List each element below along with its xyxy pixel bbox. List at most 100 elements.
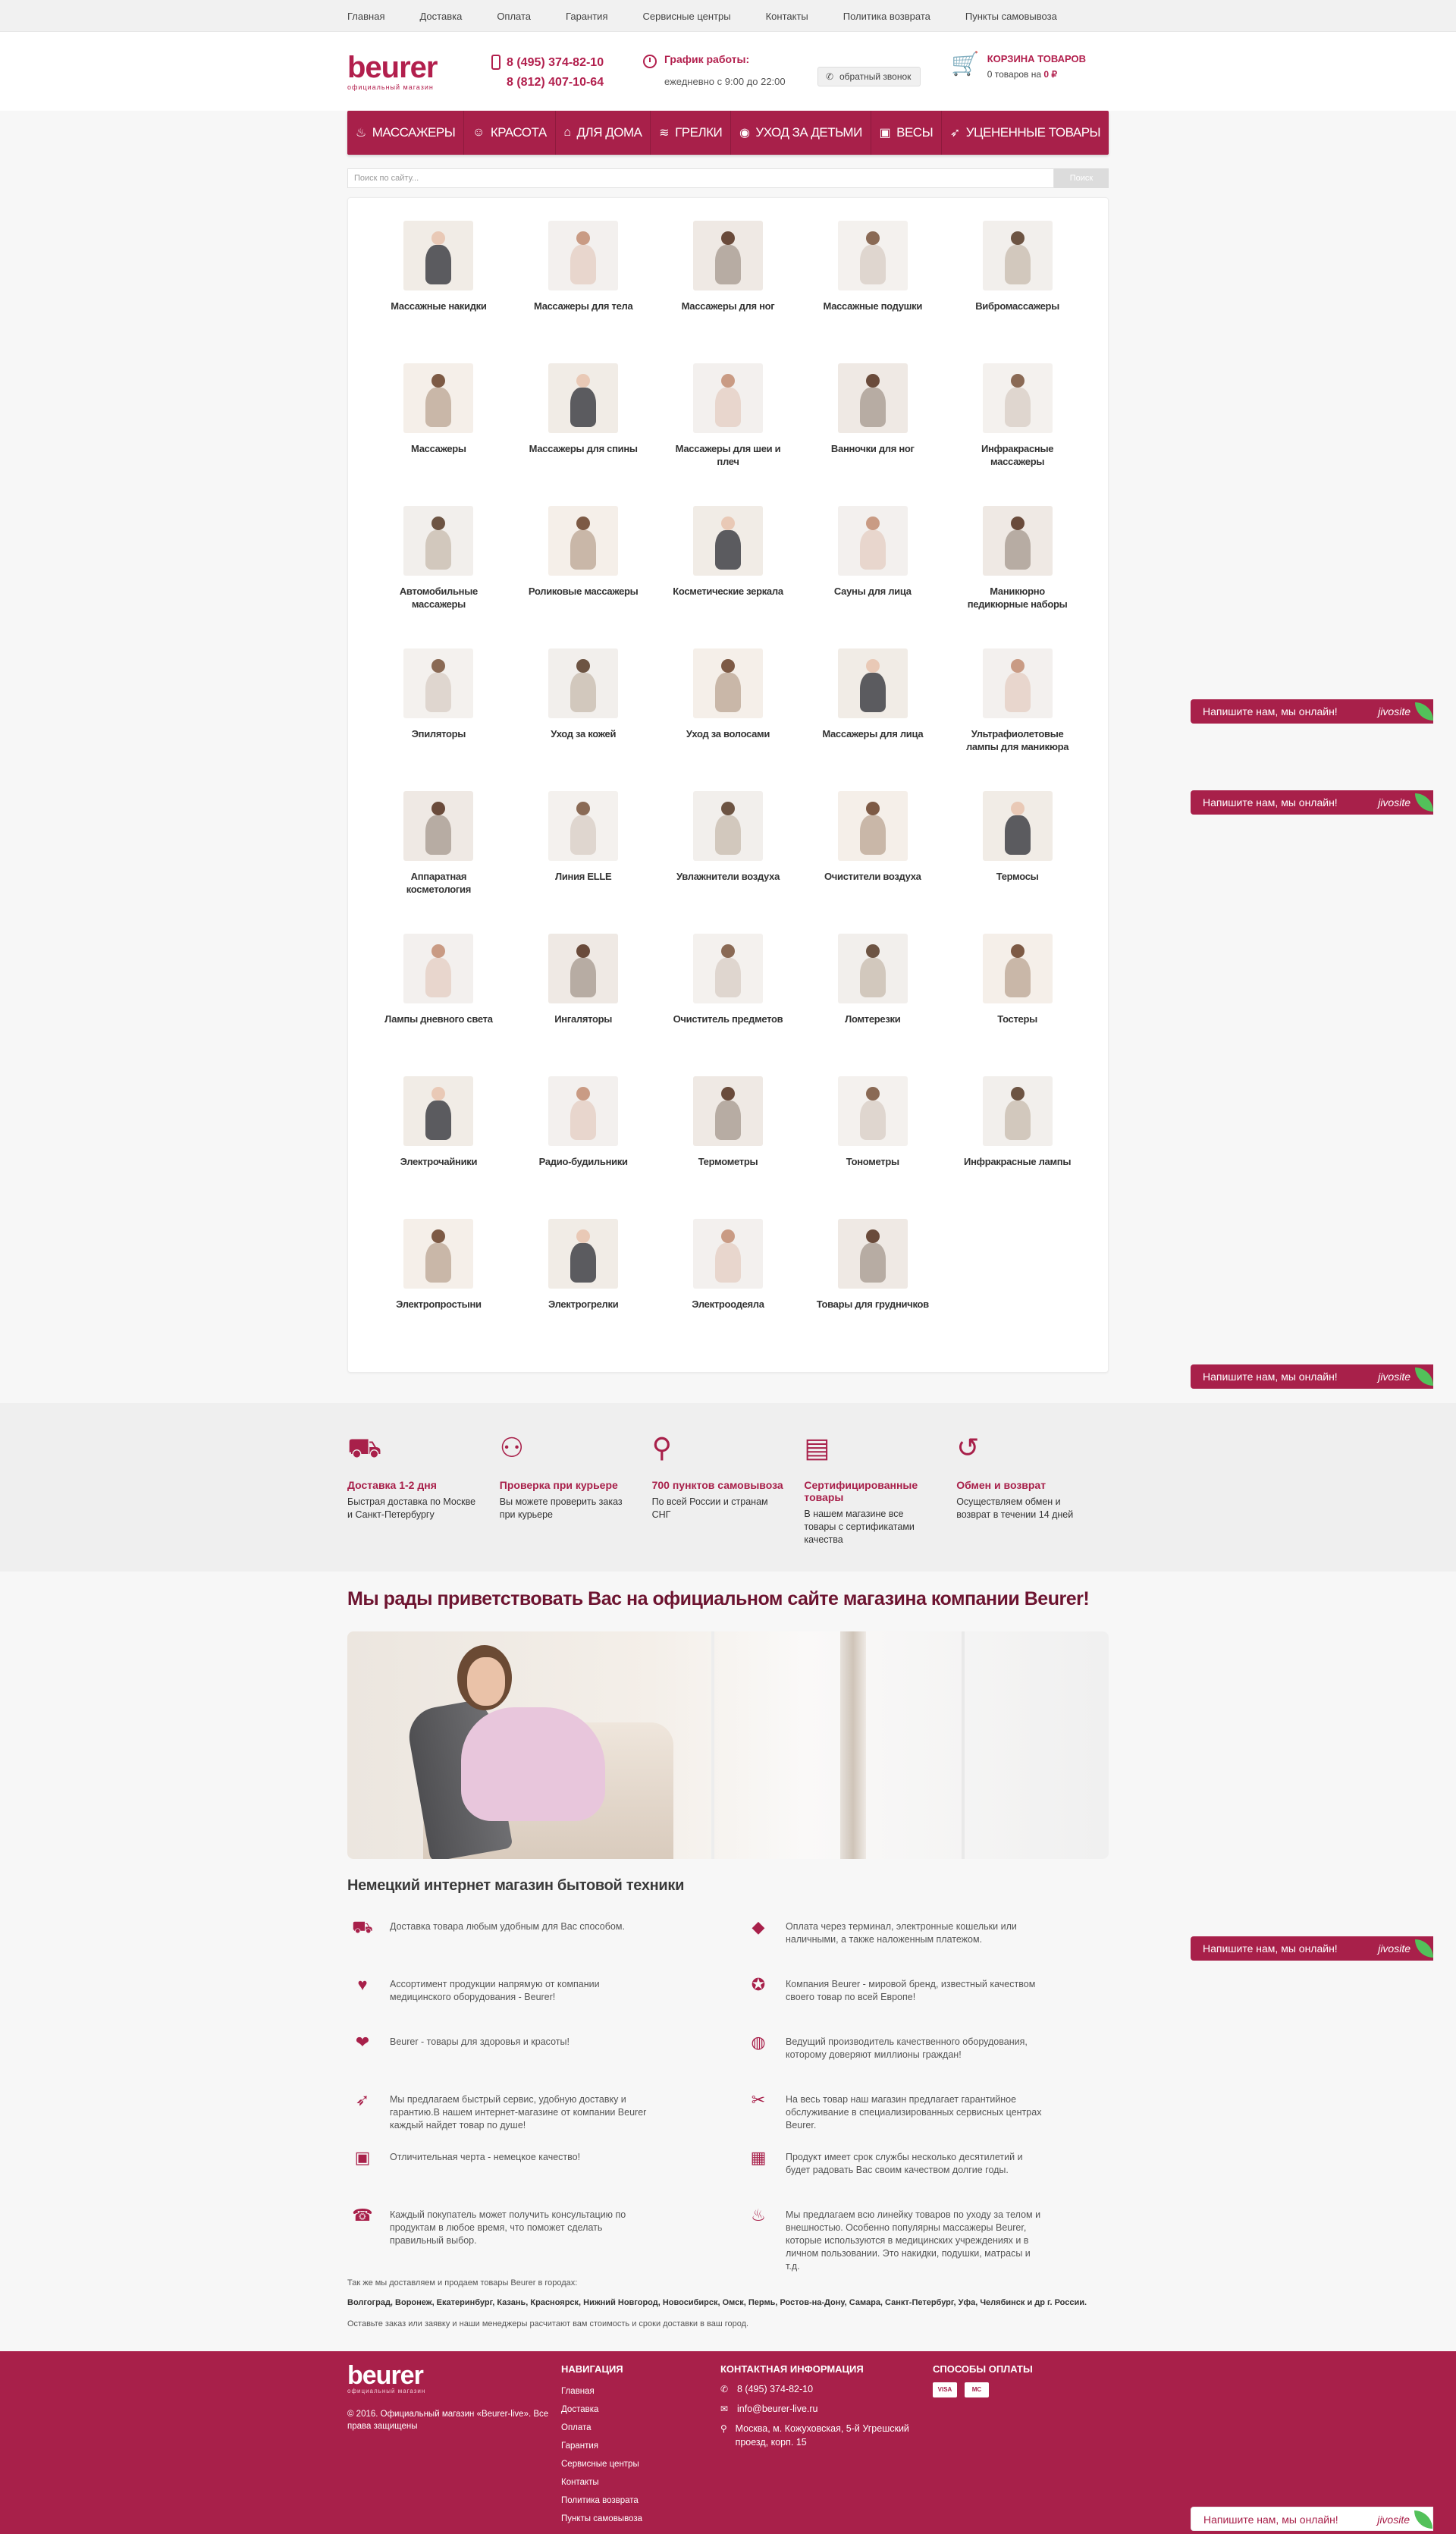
catalog-item-label[interactable]: Очистители воздуха: [800, 870, 945, 883]
catalog-item-label[interactable]: Электрочайники: [366, 1155, 511, 1168]
footer-email[interactable]: info@beurer-live.ru: [737, 2402, 817, 2416]
catalog-item-image[interactable]: [403, 791, 474, 861]
catalog-item-image[interactable]: [692, 506, 763, 576]
footer-nav-link[interactable]: Пункты самовывоза: [561, 2510, 720, 2528]
menu-item[interactable]: ▣ Весы: [871, 111, 942, 155]
menu-item[interactable]: ♨ Массажеры: [347, 111, 465, 155]
catalog-item[interactable]: Массажеры для шеи и плеч: [656, 363, 801, 506]
catalog-item[interactable]: Линия ELLE: [511, 791, 656, 934]
catalog-item[interactable]: Инфракрасные лампы: [945, 1076, 1090, 1219]
catalog-item-image[interactable]: [982, 934, 1053, 1003]
topnav-link[interactable]: Гарантия: [566, 11, 607, 22]
catalog-item-image[interactable]: [837, 1219, 908, 1289]
topnav-link[interactable]: Главная: [347, 11, 384, 22]
catalog-item-image[interactable]: [692, 1219, 763, 1289]
catalog-item-image[interactable]: [403, 363, 474, 433]
topnav-link[interactable]: Сервисные центры: [642, 11, 730, 22]
catalog-item[interactable]: Лампы дневного света: [366, 934, 511, 1076]
catalog-item[interactable]: Электрогрелки: [511, 1219, 656, 1361]
catalog-item-image[interactable]: [692, 934, 763, 1003]
catalog-item-label[interactable]: Инфракрасные лампы: [945, 1155, 1090, 1168]
footer-nav-link[interactable]: Главная: [561, 2382, 720, 2401]
catalog-item-image[interactable]: [837, 648, 908, 718]
catalog-item[interactable]: Термометры: [656, 1076, 801, 1219]
catalog-item[interactable]: Роликовые массажеры: [511, 506, 656, 648]
catalog-item-image[interactable]: [548, 1219, 619, 1289]
catalog-item[interactable]: Ванночки для ног: [800, 363, 945, 506]
catalog-item[interactable]: Тонометры: [800, 1076, 945, 1219]
catalog-item-image[interactable]: [982, 221, 1053, 290]
catalog-item-label[interactable]: Радио-будильники: [511, 1155, 656, 1168]
catalog-item-image[interactable]: [692, 1076, 763, 1146]
catalog-item-label[interactable]: Тостеры: [945, 1013, 1090, 1025]
catalog-item-image[interactable]: [982, 648, 1053, 718]
catalog-item[interactable]: Массажеры для тела: [511, 221, 656, 363]
catalog-item-label[interactable]: Линия ELLE: [511, 870, 656, 883]
catalog-item-label[interactable]: Массажеры для ног: [656, 300, 801, 312]
search-input[interactable]: Поиск по сайту...: [347, 168, 1054, 188]
catalog-item-image[interactable]: [548, 934, 619, 1003]
catalog-item-image[interactable]: [403, 1076, 474, 1146]
catalog-item-label[interactable]: Массажеры: [366, 442, 511, 455]
catalog-item-label[interactable]: Массажеры для тела: [511, 300, 656, 312]
chat-widget[interactable]: Напишите нам, мы онлайн! jivosite: [1191, 790, 1433, 815]
catalog-item-label[interactable]: Электропростыни: [366, 1298, 511, 1311]
catalog-item-label[interactable]: Ломтерезки: [800, 1013, 945, 1025]
catalog-item-label[interactable]: Массажеры для лица: [800, 727, 945, 740]
catalog-item-label[interactable]: Электроодеяла: [656, 1298, 801, 1311]
phone-moscow[interactable]: 8 (495) 374-82-10: [507, 53, 604, 73]
footer-phone[interactable]: 8 (495) 374-82-10: [737, 2382, 813, 2396]
catalog-item-image[interactable]: [982, 1076, 1053, 1146]
topnav-link[interactable]: Политика возврата: [843, 11, 930, 22]
catalog-item-label[interactable]: Маникюрно педикюрные наборы: [945, 585, 1090, 611]
catalog-item-label[interactable]: Автомобильные массажеры: [366, 585, 511, 611]
catalog-item[interactable]: Уход за кожей: [511, 648, 656, 791]
catalog-item-label[interactable]: Эпиляторы: [366, 727, 511, 740]
catalog-item-image[interactable]: [548, 363, 619, 433]
catalog-item-label[interactable]: Сауны для лица: [800, 585, 945, 598]
catalog-item-label[interactable]: Электрогрелки: [511, 1298, 656, 1311]
catalog-item-image[interactable]: [692, 363, 763, 433]
catalog-item[interactable]: Уход за волосами: [656, 648, 801, 791]
catalog-item[interactable]: Термосы: [945, 791, 1090, 934]
catalog-item-label[interactable]: Термометры: [656, 1155, 801, 1168]
menu-item[interactable]: ➶ Уцененные товары: [942, 111, 1109, 155]
catalog-item-image[interactable]: [548, 221, 619, 290]
catalog-item[interactable]: Массажеры для спины: [511, 363, 656, 506]
catalog-item-image[interactable]: [837, 934, 908, 1003]
cart[interactable]: 🛒 КОРЗИНА ТОВАРОВ 0 товаров на 0 ₽: [951, 53, 1086, 80]
topnav-link[interactable]: Пункты самовывоза: [965, 11, 1057, 22]
chat-widget[interactable]: Напишите нам, мы онлайн! jivosite: [1191, 699, 1433, 724]
catalog-item-label[interactable]: Тонометры: [800, 1155, 945, 1168]
catalog-item-image[interactable]: [982, 363, 1053, 433]
catalog-item[interactable]: Сауны для лица: [800, 506, 945, 648]
catalog-item[interactable]: Радио-будильники: [511, 1076, 656, 1219]
catalog-item[interactable]: Вибромассажеры: [945, 221, 1090, 363]
catalog-item-label[interactable]: Аппаратная косметология: [366, 870, 511, 896]
catalog-item-label[interactable]: Ультрафиолетовые лампы для маникюра: [945, 727, 1090, 753]
catalog-item[interactable]: Эпиляторы: [366, 648, 511, 791]
catalog-item-label[interactable]: Товары для грудничков: [800, 1298, 945, 1311]
callback-button[interactable]: обратный звонок: [817, 67, 921, 86]
catalog-item[interactable]: Очиститель предметов: [656, 934, 801, 1076]
catalog-item-image[interactable]: [837, 506, 908, 576]
catalog-item-image[interactable]: [982, 791, 1053, 861]
catalog-item[interactable]: Электроодеяла: [656, 1219, 801, 1361]
menu-item[interactable]: ⌂ Для дома: [556, 111, 651, 155]
catalog-item[interactable]: Массажеры для лица: [800, 648, 945, 791]
catalog-item-image[interactable]: [837, 363, 908, 433]
catalog-item-label[interactable]: Лампы дневного света: [366, 1013, 511, 1025]
catalog-item[interactable]: Очистители воздуха: [800, 791, 945, 934]
catalog-item-image[interactable]: [548, 1076, 619, 1146]
footer-nav-link[interactable]: Оплата: [561, 2419, 720, 2437]
catalog-item-label[interactable]: Термосы: [945, 870, 1090, 883]
topnav-link[interactable]: Оплата: [497, 11, 531, 22]
menu-item[interactable]: ≋ Грелки: [651, 111, 732, 155]
catalog-item[interactable]: Электрочайники: [366, 1076, 511, 1219]
catalog-item[interactable]: Массажные подушки: [800, 221, 945, 363]
catalog-item[interactable]: Автомобильные массажеры: [366, 506, 511, 648]
catalog-item-image[interactable]: [837, 791, 908, 861]
catalog-item-label[interactable]: Ингаляторы: [511, 1013, 656, 1025]
catalog-item[interactable]: Ультрафиолетовые лампы для маникюра: [945, 648, 1090, 791]
catalog-item-label[interactable]: Косметические зеркала: [656, 585, 801, 598]
